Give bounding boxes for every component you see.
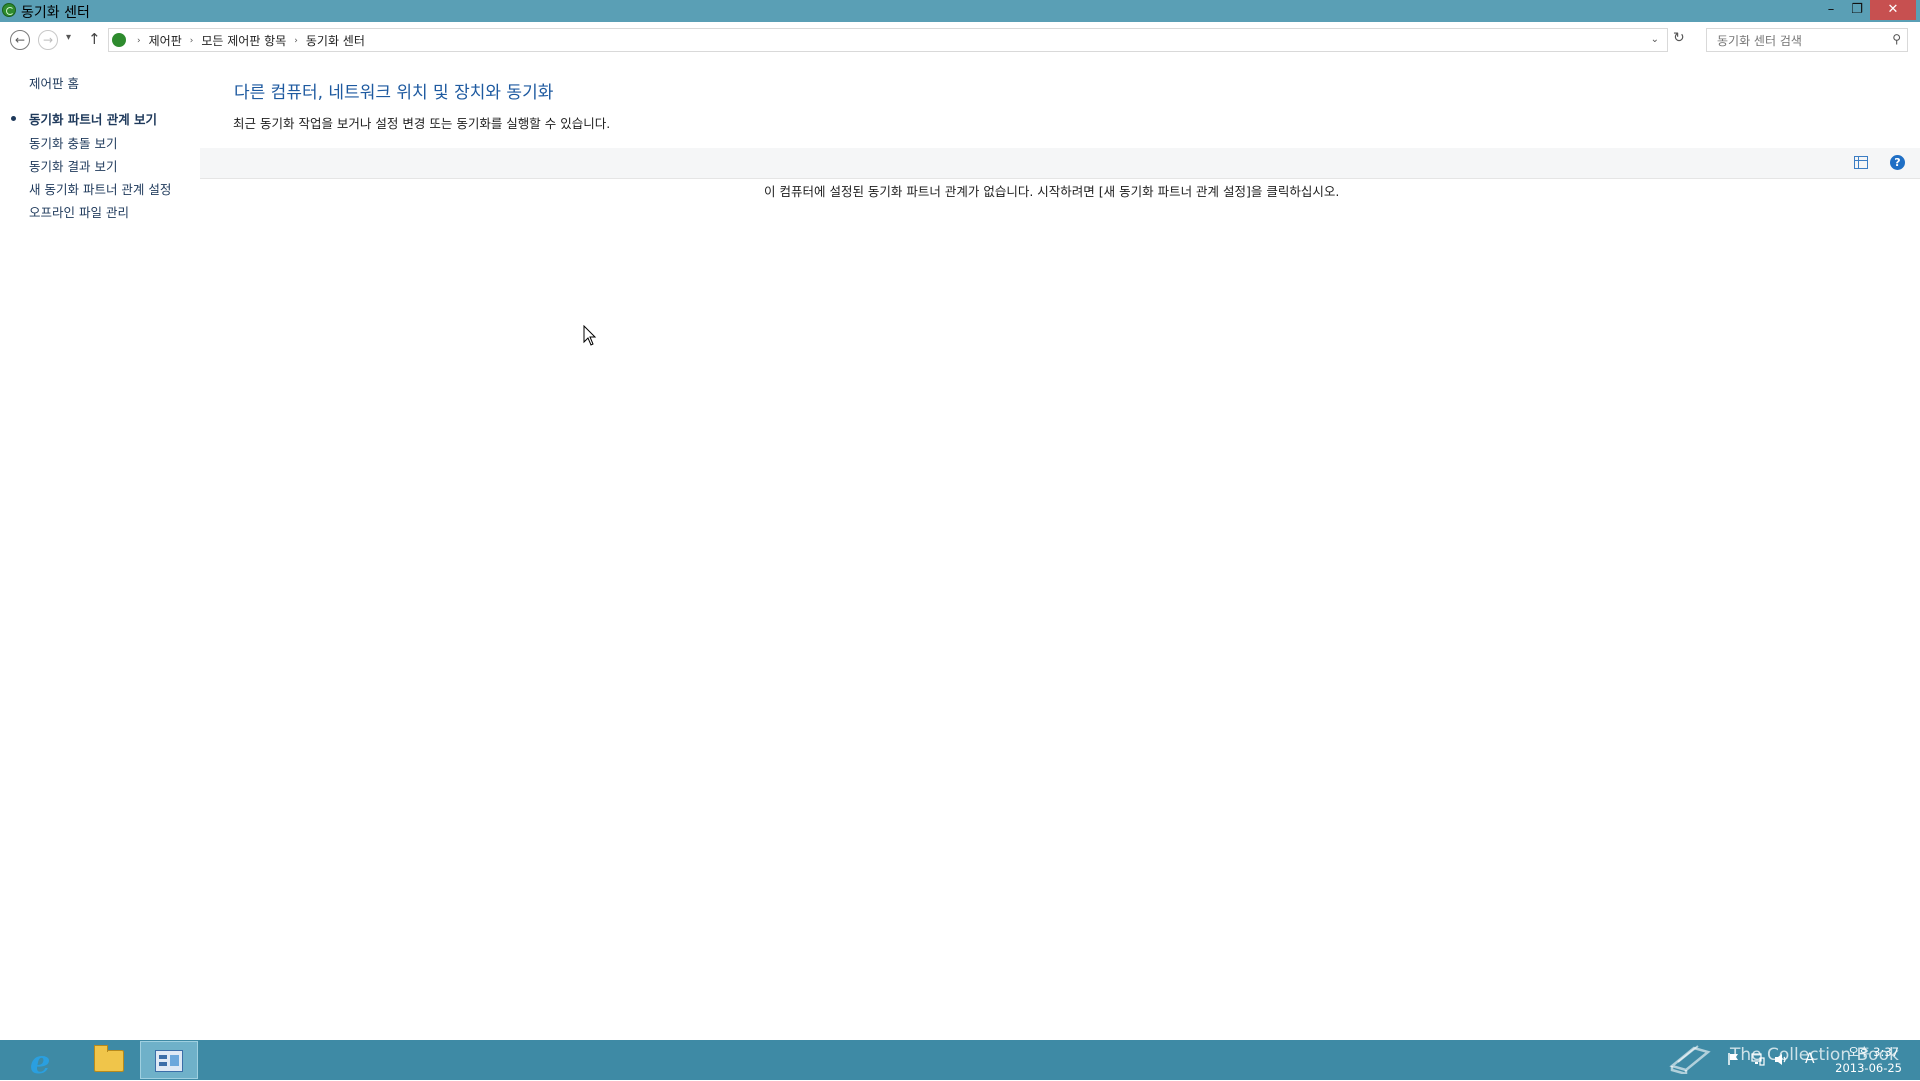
taskbar: e xyxy=(0,1040,1920,1081)
network-icon[interactable] xyxy=(1751,1053,1765,1066)
taskbar-file-explorer[interactable] xyxy=(80,1041,138,1079)
breadcrumb-separator[interactable]: › xyxy=(190,36,194,46)
sync-center-icon xyxy=(2,3,16,17)
recent-locations-button[interactable]: ▾ xyxy=(66,32,71,43)
help-icon[interactable]: ? xyxy=(1890,155,1905,170)
volume-icon[interactable] xyxy=(1774,1053,1788,1066)
minimize-button[interactable]: – xyxy=(1818,0,1844,20)
clock-date[interactable]: 2013-06-25 xyxy=(1830,1061,1902,1075)
breadcrumb-all-items[interactable]: 모든 제어판 항목 xyxy=(201,32,286,49)
close-button[interactable]: ✕ xyxy=(1870,0,1916,20)
taskbar-internet-explorer[interactable]: e xyxy=(18,1041,76,1081)
title-bar: 동기화 센터 – ❐ ✕ xyxy=(0,0,1920,22)
command-toolbar: ? xyxy=(200,148,1920,179)
maximize-button[interactable]: ❐ xyxy=(1844,0,1870,20)
page-description: 최근 동기화 작업을 보거나 설정 변경 또는 동기화를 실행할 수 있습니다. xyxy=(233,116,611,131)
breadcrumb-sync-center[interactable]: 동기화 센터 xyxy=(306,32,365,49)
taskbar-control-panel[interactable] xyxy=(140,1041,198,1079)
breadcrumb-separator[interactable]: › xyxy=(294,36,298,46)
up-button[interactable]: ↑ xyxy=(88,30,101,48)
back-button[interactable]: ← xyxy=(10,30,30,50)
window-title: 동기화 센터 xyxy=(21,5,90,21)
sidebar-item-new-partnership[interactable]: 새 동기화 파트너 관계 설정 xyxy=(29,179,171,198)
sync-center-icon xyxy=(112,33,126,47)
address-dropdown-button[interactable]: ⌄ xyxy=(1651,34,1659,45)
action-center-flag-icon[interactable] xyxy=(1728,1053,1740,1065)
address-bar[interactable]: › 제어판 › 모든 제어판 항목 › 동기화 센터 ⌄ xyxy=(108,28,1668,52)
page-title: 다른 컴퓨터, 네트워크 위치 및 장치와 동기화 xyxy=(234,83,554,103)
forward-button[interactable]: → xyxy=(38,30,58,50)
refresh-button[interactable]: ↻ xyxy=(1673,30,1685,46)
control-panel-icon xyxy=(155,1050,183,1072)
empty-partnership-message: 이 컴퓨터에 설정된 동기화 파트너 관계가 없습니다. 시작하려면 [새 동기… xyxy=(764,184,1340,199)
book-logo-icon xyxy=(1669,1045,1711,1074)
search-icon[interactable]: ⚲ xyxy=(1892,32,1901,46)
search-input[interactable] xyxy=(1715,30,1889,52)
sidebar-item-control-panel-home[interactable]: 제어판 홈 xyxy=(29,73,79,92)
active-bullet xyxy=(11,116,16,121)
sidebar-item-offline-files[interactable]: 오프라인 파일 관리 xyxy=(29,202,129,221)
breadcrumb-control-panel[interactable]: 제어판 xyxy=(149,32,182,49)
mouse-cursor-icon xyxy=(583,325,597,346)
breadcrumb: › 제어판 › 모든 제어판 항목 › 동기화 센터 xyxy=(129,32,365,49)
sidebar-item-view-results[interactable]: 동기화 결과 보기 xyxy=(29,156,117,175)
change-view-icon[interactable] xyxy=(1854,156,1868,169)
clock-time[interactable]: 오후 3:37 xyxy=(1843,1044,1899,1060)
ime-indicator[interactable]: A xyxy=(1805,1051,1815,1067)
folder-icon xyxy=(94,1045,124,1072)
sidebar-item-view-partnerships[interactable]: 동기화 파트너 관계 보기 xyxy=(29,109,157,128)
breadcrumb-separator[interactable]: › xyxy=(137,36,141,46)
internet-explorer-icon: e xyxy=(30,1043,51,1081)
sidebar-item-view-conflicts[interactable]: 동기화 충돌 보기 xyxy=(29,133,117,152)
search-box[interactable]: ⚲ xyxy=(1706,28,1908,52)
navigation-bar: ← → ▾ ↑ › 제어판 › 모든 제어판 항목 › 동기화 센터 ⌄ ↻ ⚲ xyxy=(0,22,1920,58)
